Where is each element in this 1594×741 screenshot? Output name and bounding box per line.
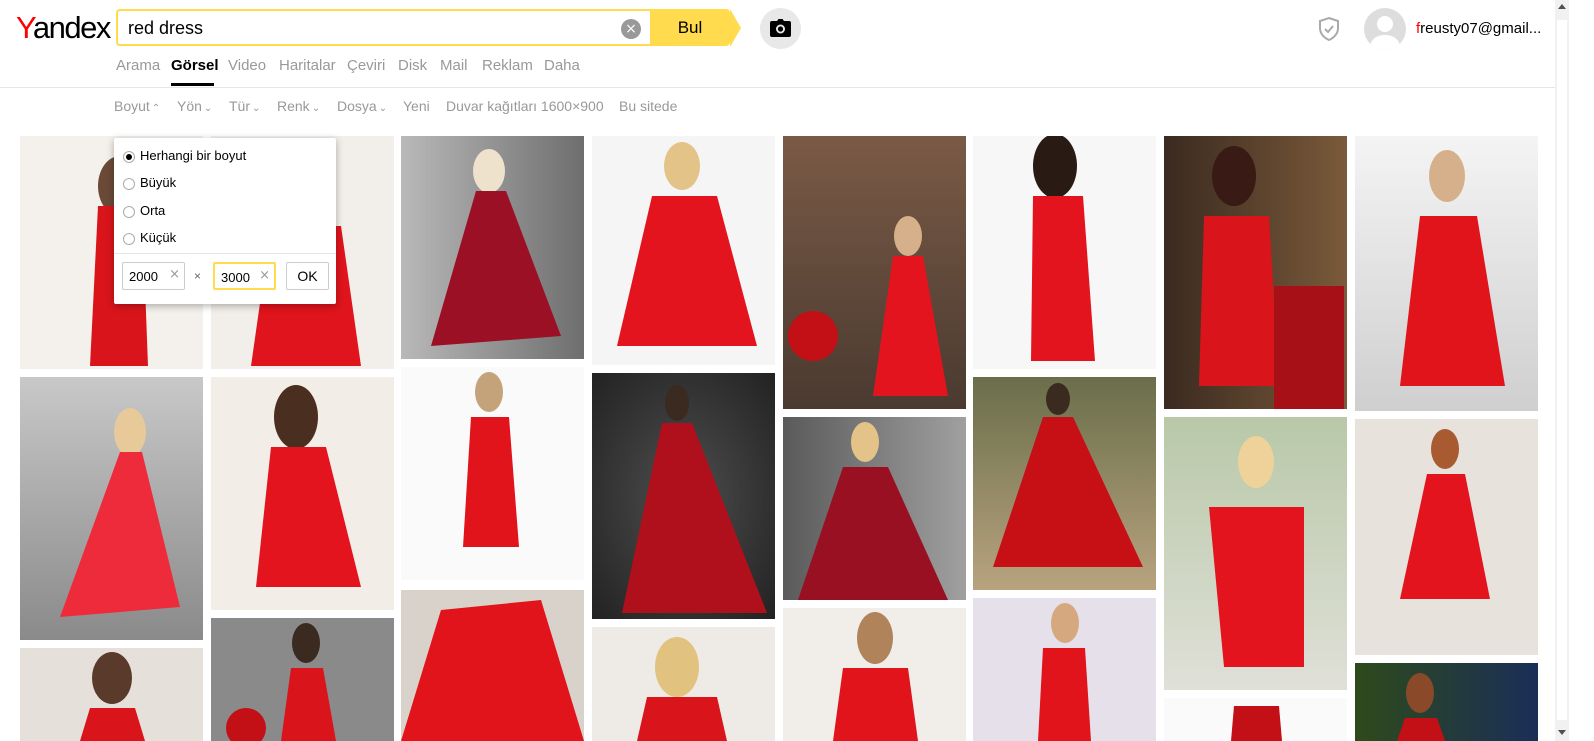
image-result[interactable] <box>401 590 584 741</box>
size-option-any[interactable]: Herhangi bir boyut <box>123 148 246 168</box>
size-option-any-label: Herhangi bir boyut <box>140 148 247 163</box>
tab-disk[interactable]: Disk <box>398 57 427 74</box>
chevron-down-icon: ⌄ <box>252 103 261 114</box>
filter-tur[interactable]: Tür ⌄ <box>229 98 260 114</box>
image-result[interactable] <box>973 136 1156 369</box>
filter-bu-sitede[interactable]: Bu sitede <box>619 98 677 114</box>
tab-gorsel[interactable]: Görsel <box>171 57 219 74</box>
height-value: 3000 <box>221 270 250 285</box>
scroll-down-icon[interactable] <box>1558 730 1566 735</box>
image-result[interactable] <box>211 618 394 741</box>
image-result[interactable] <box>1355 663 1538 741</box>
tab-ceviri[interactable]: Çeviri <box>347 57 385 74</box>
chevron-down-icon: ⌄ <box>311 103 321 114</box>
size-option-small[interactable]: Küçük <box>123 230 176 250</box>
image-result[interactable] <box>973 377 1156 590</box>
width-field[interactable]: 2000 × <box>122 262 185 290</box>
camera-icon <box>770 19 791 37</box>
image-result[interactable] <box>1164 417 1347 690</box>
logo-first-letter: Y <box>16 10 34 45</box>
tab-arama[interactable]: Arama <box>116 57 160 74</box>
avatar-icon[interactable] <box>1364 8 1406 50</box>
clear-icon[interactable]: × <box>621 19 641 39</box>
scroll-up-icon[interactable] <box>1558 4 1566 9</box>
chevron-up-icon: ⌃ <box>151 103 161 114</box>
chevron-down-icon: ⌄ <box>378 103 388 114</box>
scroll-thumb[interactable] <box>1557 20 1567 720</box>
filter-dosya[interactable]: Dosya ⌄ <box>337 98 387 114</box>
size-dropdown: Herhangi bir boyut Büyük Orta Küçük 2000… <box>114 138 336 304</box>
header-divider <box>0 87 1555 88</box>
logo-rest: andex <box>32 10 111 45</box>
image-result[interactable] <box>1355 136 1538 411</box>
filter-boyut-label: Boyut <box>114 98 150 114</box>
clear-width-icon[interactable]: × <box>169 267 180 282</box>
ok-button[interactable]: OK <box>286 262 329 290</box>
filter-dosya-label: Dosya <box>337 98 377 114</box>
filter-tur-label: Tür <box>229 98 250 114</box>
tab-reklam[interactable]: Reklam <box>482 57 533 74</box>
image-result[interactable] <box>592 136 775 365</box>
image-result[interactable] <box>592 373 775 619</box>
size-option-small-label: Küçük <box>140 230 177 245</box>
filter-yon-label: Yön <box>177 98 202 114</box>
size-option-medium-label: Orta <box>140 203 166 218</box>
times-sign: × <box>194 269 202 283</box>
dropdown-divider <box>114 253 336 254</box>
tab-daha[interactable]: Daha <box>544 57 580 74</box>
search-input[interactable] <box>128 16 608 40</box>
filter-yeni[interactable]: Yeni <box>403 98 430 114</box>
radio-checked-icon[interactable] <box>123 150 135 163</box>
image-result[interactable] <box>783 608 966 741</box>
tab-haritalar[interactable]: Haritalar <box>279 57 336 74</box>
chevron-down-icon: ⌄ <box>203 103 213 114</box>
image-result[interactable] <box>211 377 394 610</box>
image-result[interactable] <box>20 377 203 640</box>
width-value: 2000 <box>129 269 158 284</box>
image-result[interactable] <box>783 136 966 409</box>
camera-search-button[interactable] <box>760 8 801 49</box>
image-result[interactable] <box>401 367 584 580</box>
filter-boyut[interactable]: Boyut ⌃ <box>114 98 160 114</box>
image-result[interactable] <box>592 627 775 741</box>
search-box[interactable] <box>116 9 650 46</box>
size-option-large[interactable]: Büyük <box>123 175 176 195</box>
image-result[interactable] <box>783 417 966 600</box>
clear-height-icon[interactable]: × <box>259 268 270 283</box>
find-button[interactable]: Bul <box>650 9 730 46</box>
user-email[interactable]: freusty07@gmail... <box>1416 20 1546 37</box>
radio-icon[interactable] <box>123 205 135 218</box>
image-result[interactable] <box>1164 136 1347 409</box>
user-email-rest: reusty07@gmail... <box>1420 20 1542 37</box>
image-result[interactable] <box>1355 419 1538 655</box>
radio-icon[interactable] <box>123 177 135 190</box>
filter-renk-label: Renk <box>277 98 310 114</box>
tab-mail[interactable]: Mail <box>440 57 468 74</box>
image-result[interactable] <box>20 648 203 741</box>
size-option-large-label: Büyük <box>140 175 177 190</box>
filter-wallpaper[interactable]: Duvar kağıtları 1600×900 <box>446 98 604 114</box>
yandex-logo[interactable]: Yandex <box>16 8 111 48</box>
image-result[interactable] <box>1164 698 1347 741</box>
active-tab-underline <box>171 83 214 86</box>
image-result[interactable] <box>973 598 1156 741</box>
tab-video[interactable]: Video <box>228 57 266 74</box>
image-result[interactable] <box>401 136 584 359</box>
find-button-arrow <box>730 9 741 47</box>
filter-renk[interactable]: Renk ⌄ <box>277 98 320 114</box>
radio-icon[interactable] <box>123 232 135 245</box>
shield-icon[interactable] <box>1316 16 1342 42</box>
height-field[interactable]: 3000 × <box>213 262 276 290</box>
filter-yon[interactable]: Yön ⌄ <box>177 98 212 114</box>
size-option-medium[interactable]: Orta <box>123 203 165 223</box>
